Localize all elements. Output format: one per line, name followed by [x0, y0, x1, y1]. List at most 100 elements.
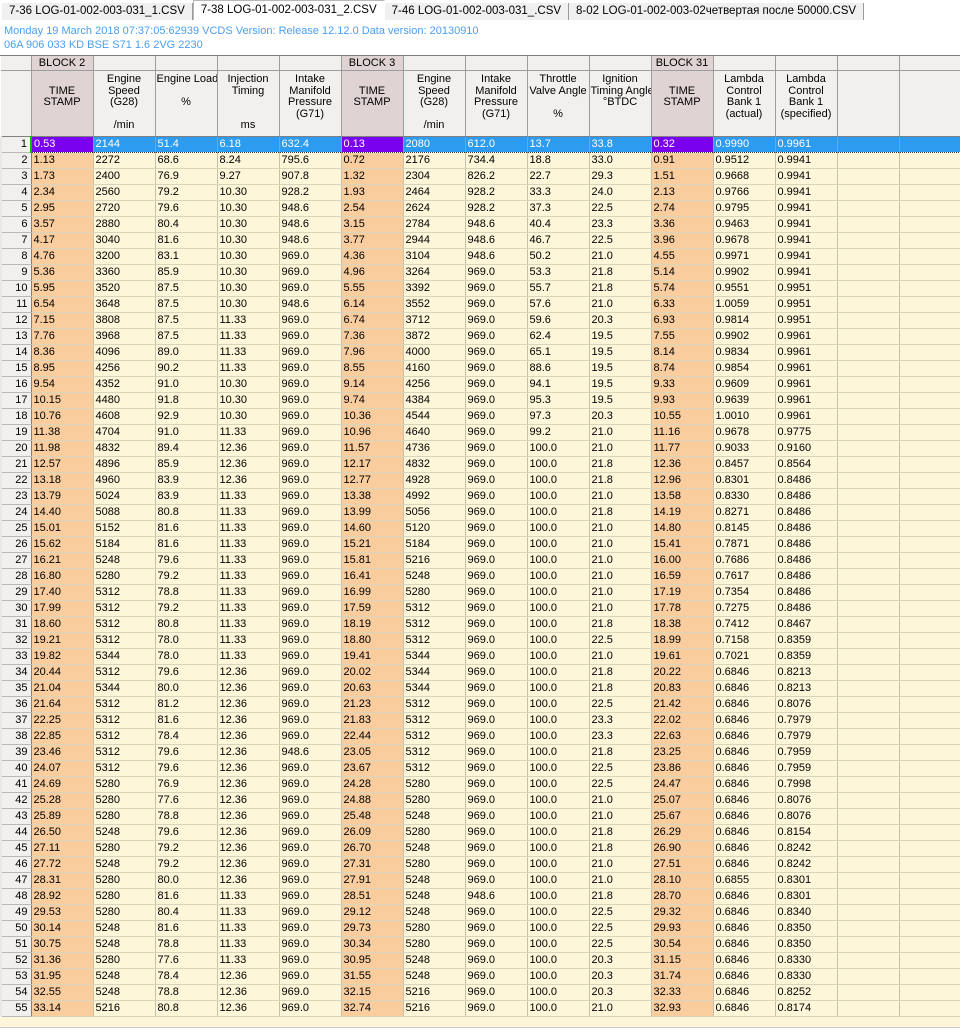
cell-thr[interactable]: 100.0: [527, 536, 590, 553]
table-row[interactable]: 12 7.15 3808 87.5 11.33 969.0 6.74 3712 969.0 59.…: [0, 312, 960, 329]
cell-thr[interactable]: 100.0: [527, 824, 590, 841]
row-number[interactable]: 40: [0, 760, 32, 777]
cell-lam_a[interactable]: 0.7021: [713, 648, 776, 665]
table-row[interactable]: 50 30.14 5248 81.6 11.33 969.0 29.73 5280 969.0 1…: [0, 920, 960, 937]
cell-ts2[interactable]: 1.93: [341, 184, 404, 201]
cell-ign[interactable]: 29.3: [589, 168, 652, 185]
cell-lam_s[interactable]: 0.8486: [775, 536, 838, 553]
cell-ts3[interactable]: 29.93: [651, 920, 714, 937]
cell-map2[interactable]: 948.6: [465, 232, 528, 249]
cell-thr[interactable]: 100.0: [527, 728, 590, 745]
cell-pad2[interactable]: [899, 296, 960, 313]
row-number[interactable]: 54: [0, 984, 32, 1001]
cell-rpm2[interactable]: 5216: [403, 984, 466, 1001]
cell-map2[interactable]: 969.0: [465, 360, 528, 377]
table-row[interactable]: 35 21.04 5344 80.0 12.36 969.0 20.63 5344 969.0 1…: [0, 680, 960, 697]
cell-ts2[interactable]: 31.55: [341, 968, 404, 985]
cell-inj[interactable]: 11.33: [217, 904, 280, 921]
cell-ts1[interactable]: 16.21: [31, 552, 94, 569]
cell-thr[interactable]: 100.0: [527, 600, 590, 617]
cell-load[interactable]: 81.6: [155, 920, 218, 937]
cell-rpm1[interactable]: 3808: [93, 312, 156, 329]
cell-ign[interactable]: 24.0: [589, 184, 652, 201]
cell-load[interactable]: 78.8: [155, 936, 218, 953]
cell-ts2[interactable]: 30.95: [341, 952, 404, 969]
cell-ign[interactable]: 21.0: [589, 808, 652, 825]
cell-lam_a[interactable]: 0.9834: [713, 344, 776, 361]
cell-inj[interactable]: 6.18: [217, 136, 280, 153]
cell-ts1[interactable]: 25.89: [31, 808, 94, 825]
cell-ts3[interactable]: 23.25: [651, 744, 714, 761]
cell-rpm1[interactable]: 5312: [93, 728, 156, 745]
cell-ts1[interactable]: 22.25: [31, 712, 94, 729]
cell-map2[interactable]: 969.0: [465, 952, 528, 969]
cell-ign[interactable]: 33.8: [589, 136, 652, 153]
cell-thr[interactable]: 100.0: [527, 760, 590, 777]
row-number[interactable]: 50: [0, 920, 32, 937]
cell-lam_s[interactable]: 0.8486: [775, 520, 838, 537]
cell-map1[interactable]: 969.0: [279, 616, 342, 633]
cell-ts2[interactable]: 19.41: [341, 648, 404, 665]
cell-rpm2[interactable]: 5312: [403, 712, 466, 729]
cell-lam_a[interactable]: 0.9795: [713, 200, 776, 217]
cell-ign[interactable]: 22.5: [589, 232, 652, 249]
cell-ign[interactable]: 21.0: [589, 536, 652, 553]
cell-ts2[interactable]: 29.73: [341, 920, 404, 937]
row-number[interactable]: 20: [0, 440, 32, 457]
cell-pad1[interactable]: [837, 456, 900, 473]
cell-pad2[interactable]: [899, 904, 960, 921]
cell-map2[interactable]: 969.0: [465, 632, 528, 649]
cell-ign[interactable]: 21.8: [589, 616, 652, 633]
cell-rpm1[interactable]: 5312: [93, 760, 156, 777]
cell-rpm1[interactable]: 4832: [93, 440, 156, 457]
cell-rpm2[interactable]: 5280: [403, 776, 466, 793]
cell-rpm1[interactable]: 5312: [93, 616, 156, 633]
cell-load[interactable]: 80.8: [155, 1000, 218, 1017]
cell-rpm2[interactable]: 5312: [403, 632, 466, 649]
cell-load[interactable]: 81.6: [155, 520, 218, 537]
cell-map2[interactable]: 969.0: [465, 296, 528, 313]
cell-load[interactable]: 79.6: [155, 664, 218, 681]
cell-rpm1[interactable]: 3040: [93, 232, 156, 249]
cell-load[interactable]: 89.4: [155, 440, 218, 457]
row-number[interactable]: 14: [0, 344, 32, 361]
cell-ign[interactable]: 19.5: [589, 344, 652, 361]
row-number[interactable]: 17: [0, 392, 32, 409]
cell-map2[interactable]: 969.0: [465, 936, 528, 953]
cell-lam_a[interactable]: 0.6846: [713, 1000, 776, 1017]
cell-rpm2[interactable]: 4384: [403, 392, 466, 409]
cell-load[interactable]: 80.0: [155, 872, 218, 889]
cell-rpm2[interactable]: 4160: [403, 360, 466, 377]
cell-thr[interactable]: 100.0: [527, 872, 590, 889]
cell-ts3[interactable]: 1.51: [651, 168, 714, 185]
cell-thr[interactable]: 100.0: [527, 504, 590, 521]
cell-rpm2[interactable]: 5248: [403, 968, 466, 985]
cell-thr[interactable]: 40.4: [527, 216, 590, 233]
cell-pad1[interactable]: [837, 600, 900, 617]
cell-thr[interactable]: 100.0: [527, 584, 590, 601]
cell-lam_s[interactable]: 0.9961: [775, 344, 838, 361]
cell-rpm2[interactable]: 2784: [403, 216, 466, 233]
cell-thr[interactable]: 100.0: [527, 984, 590, 1001]
cell-lam_s[interactable]: 0.7979: [775, 712, 838, 729]
cell-rpm1[interactable]: 3520: [93, 280, 156, 297]
row-number[interactable]: 7: [0, 232, 32, 249]
cell-map1[interactable]: 969.0: [279, 552, 342, 569]
cell-map1[interactable]: 969.0: [279, 600, 342, 617]
cell-rpm1[interactable]: 5248: [93, 936, 156, 953]
table-row[interactable]: 37 22.25 5312 81.6 12.36 969.0 21.83 5312 969.0 1…: [0, 712, 960, 729]
row-number[interactable]: 53: [0, 968, 32, 985]
cell-ts2[interactable]: 13.38: [341, 488, 404, 505]
cell-lam_a[interactable]: 0.9814: [713, 312, 776, 329]
cell-ts1[interactable]: 0.53: [30, 136, 94, 153]
table-row[interactable]: 1 0.53 2144 51.4 6.18 632.4 0.13 2080 612.0 13.7 3…: [0, 136, 960, 153]
cell-inj[interactable]: 10.30: [217, 264, 280, 281]
row-number[interactable]: 11: [0, 296, 32, 313]
cell-lam_a[interactable]: 0.8330: [713, 488, 776, 505]
cell-map1[interactable]: 969.0: [279, 856, 342, 873]
cell-load[interactable]: 83.9: [155, 472, 218, 489]
cell-map1[interactable]: 969.0: [279, 328, 342, 345]
cell-lam_s[interactable]: 0.9951: [775, 296, 838, 313]
cell-ign[interactable]: 22.5: [589, 200, 652, 217]
cell-pad1[interactable]: [837, 968, 900, 985]
